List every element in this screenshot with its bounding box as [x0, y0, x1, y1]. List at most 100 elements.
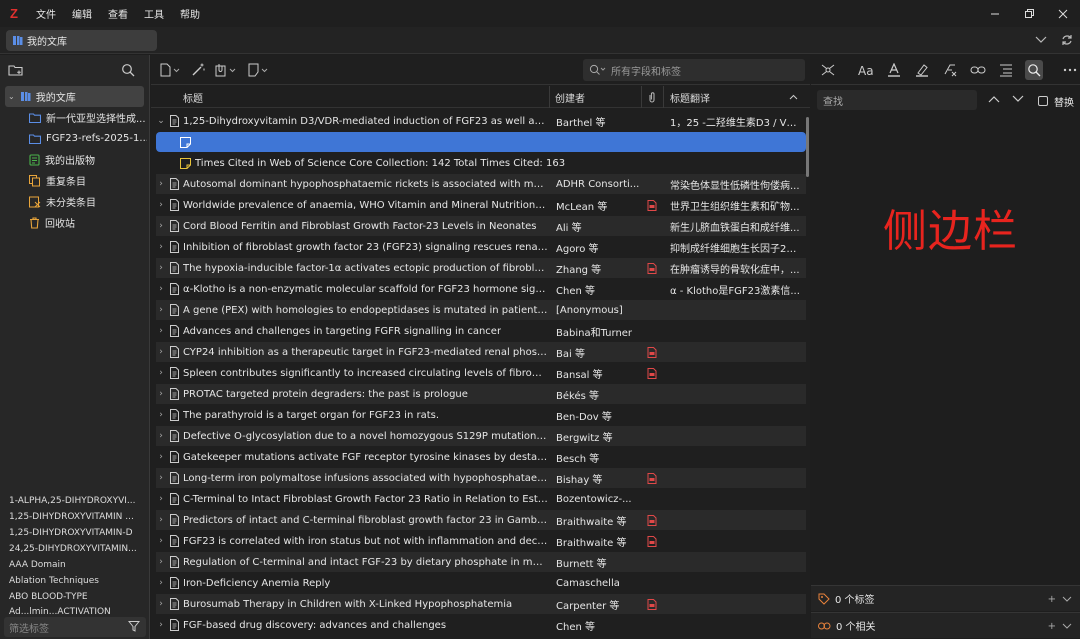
highlight-icon[interactable] — [913, 60, 931, 80]
new-collection-icon[interactable] — [8, 63, 24, 77]
text-color-icon[interactable] — [885, 60, 903, 80]
table-row[interactable]: › FGF23 is correlated with iron status bu… — [156, 531, 806, 551]
chevron-down-icon[interactable]: ⌄ — [156, 111, 166, 131]
table-row[interactable]: › Spleen contributes significantly to inc… — [156, 363, 806, 383]
chevron-right-icon[interactable]: › — [156, 342, 166, 362]
table-row[interactable]: › Gatekeeper mutations activate FGF recep… — [156, 447, 806, 467]
tree-unfiled[interactable]: 未分类条目 — [29, 191, 147, 212]
chevron-right-icon[interactable]: › — [156, 363, 166, 383]
table-row[interactable]: › C-Terminal to Intact Fibroblast Growth … — [156, 489, 806, 509]
clear-format-icon[interactable] — [941, 60, 959, 80]
more-options-icon[interactable] — [1061, 60, 1079, 80]
pdf-attachment-icon[interactable] — [647, 510, 661, 530]
chevron-right-icon[interactable]: › — [156, 405, 166, 425]
search-collections-icon[interactable] — [121, 63, 135, 77]
tag-item[interactable]: 1,25-DIHYDROXYVITAMIN-D — [9, 528, 141, 538]
tree-trash[interactable]: 回收站 — [29, 212, 147, 233]
chevron-right-icon[interactable]: › — [156, 489, 166, 509]
chevron-right-icon[interactable]: › — [156, 279, 166, 299]
table-row[interactable]: › Regulation of C-terminal and intact FGF… — [156, 552, 806, 572]
tag-item[interactable]: AAA Domain — [9, 560, 141, 570]
pdf-attachment-icon[interactable] — [647, 195, 661, 215]
table-row[interactable]: › Worldwide prevalence of anaemia, WHO Vi… — [156, 195, 806, 215]
tag-filter-input[interactable]: 筛选标签 — [4, 617, 146, 637]
tags-section-header[interactable]: 0 个标签 + — [811, 585, 1080, 611]
table-row[interactable]: › Cord Blood Ferritin and Fibroblast Grow… — [156, 216, 806, 236]
chevron-right-icon[interactable]: › — [156, 552, 166, 572]
column-title-header[interactable]: 标题 — [183, 86, 543, 108]
find-replace-icon[interactable] — [1025, 59, 1043, 80]
chevron-right-icon[interactable]: › — [156, 531, 166, 551]
tag-item[interactable]: 1,25-DIHYDROXYVITAMIN ... — [9, 512, 141, 522]
column-creator-header[interactable]: 创建者 — [555, 86, 635, 108]
chevron-right-icon[interactable]: › — [156, 237, 166, 257]
pdf-attachment-icon[interactable] — [647, 531, 661, 551]
table-row[interactable]: › Burosumab Therapy in Children with X-Li… — [156, 594, 806, 614]
new-item-icon[interactable] — [159, 63, 181, 77]
chevron-right-icon[interactable]: › — [156, 468, 166, 488]
tree-my-library[interactable]: ⌄ 我的文库 — [5, 86, 144, 107]
table-row[interactable]: › PROTAC targeted protein degraders: the … — [156, 384, 806, 404]
pdf-attachment-icon[interactable] — [647, 342, 661, 362]
tag-item[interactable]: 24,25-DIHYDROXYVITAMIN... — [9, 544, 141, 554]
menu-tools[interactable]: 工具 — [136, 6, 172, 21]
tag-item[interactable]: ABO BLOOD-TYPE — [9, 592, 141, 602]
tree-my-publications[interactable]: 我的出版物 — [29, 149, 147, 170]
table-row[interactable]: › Iron-Deficiency Anemia Reply Camaschella — [156, 573, 806, 593]
table-row[interactable]: › Advances and challenges in targeting FG… — [156, 321, 806, 341]
add-related-plus-icon[interactable]: + — [1048, 621, 1056, 632]
tree-duplicates[interactable]: 重复条目 — [29, 170, 147, 191]
table-row[interactable]: › α-Klotho is a non-enzymatic molecular s… — [156, 279, 806, 299]
chevron-right-icon[interactable]: › — [156, 300, 166, 320]
pdf-attachment-icon[interactable] — [647, 594, 661, 614]
pdf-attachment-icon[interactable] — [647, 363, 661, 383]
citation-format-icon[interactable] — [997, 60, 1015, 80]
child-note-row[interactable]: Times Cited in Web of Science Core Colle… — [156, 153, 806, 173]
sort-ascending-chevron-icon[interactable] — [789, 86, 801, 108]
pdf-attachment-icon[interactable] — [647, 258, 661, 278]
table-row[interactable]: › The parathyroid is a target organ for F… — [156, 405, 806, 425]
chevron-right-icon[interactable]: › — [156, 258, 166, 278]
table-row[interactable]: › Predictors of intact and C-terminal fib… — [156, 510, 806, 530]
chevron-down-icon[interactable]: ⌄ — [8, 92, 15, 101]
table-row[interactable]: › Long-term iron polymaltose infusions as… — [156, 468, 806, 488]
column-translation-header[interactable]: 标题翻译 — [670, 86, 780, 108]
table-row[interactable]: › A gene (PEX) with homologies to endopep… — [156, 300, 806, 320]
tag-item[interactable]: Ad...lmin...ACTIVATION — [9, 607, 141, 615]
add-tag-plus-icon[interactable]: + — [1048, 594, 1056, 605]
tabs-dropdown-chevron-icon[interactable] — [1028, 27, 1054, 53]
sync-icon[interactable] — [1054, 27, 1080, 53]
pdf-attachment-icon[interactable] — [647, 468, 661, 488]
new-note-icon[interactable] — [247, 63, 269, 77]
menu-edit[interactable]: 编辑 — [64, 6, 100, 21]
chevron-right-icon[interactable]: › — [156, 195, 166, 215]
table-row[interactable]: › CYP24 inhibition as a therapeutic targe… — [156, 342, 806, 362]
tag-item[interactable]: Ablation Techniques — [9, 576, 141, 586]
menu-file[interactable]: 文件 — [28, 6, 64, 21]
table-row[interactable]: › Defective O-glycosylation due to a nove… — [156, 426, 806, 446]
collapse-tags-chevron-down-icon[interactable] — [1062, 596, 1072, 602]
collapse-related-chevron-down-icon[interactable] — [1062, 623, 1072, 629]
chevron-right-icon[interactable]: › — [156, 573, 166, 593]
chevron-right-icon[interactable]: › — [156, 426, 166, 446]
font-size-icon[interactable]: Aa — [857, 60, 875, 80]
search-input[interactable]: 所有字段和标签 — [583, 59, 805, 81]
table-row[interactable]: ⌄ 1,25-Dihydroxyvitamin D3/VDR-mediated i… — [156, 111, 806, 131]
find-previous-chevron-up-icon[interactable] — [988, 95, 1000, 103]
replace-checkbox[interactable] — [1038, 96, 1048, 106]
find-input[interactable]: 查找 — [817, 90, 977, 110]
related-section-header[interactable]: 0 个相关 + — [811, 612, 1080, 638]
chevron-right-icon[interactable]: › — [156, 384, 166, 404]
chevron-right-icon[interactable]: › — [156, 594, 166, 614]
table-row[interactable]: › Inhibition of fibroblast growth factor … — [156, 237, 806, 257]
table-row[interactable]: › FGF-based drug discovery: advances and … — [156, 615, 806, 635]
related-graph-icon[interactable] — [819, 60, 837, 80]
menu-help[interactable]: 帮助 — [172, 6, 208, 21]
table-row[interactable]: › Autosomal dominant hypophosphataemic ri… — [156, 174, 806, 194]
tag-item[interactable]: 1-ALPHA,25-DIHYDROXYVI... — [9, 496, 141, 506]
add-by-identifier-wand-icon[interactable] — [191, 63, 205, 77]
chevron-right-icon[interactable]: › — [156, 321, 166, 341]
tree-collection-2[interactable]: FGF23-refs-2025-1... — [29, 128, 147, 149]
search-icon[interactable] — [589, 64, 607, 76]
link-icon[interactable] — [969, 60, 987, 80]
